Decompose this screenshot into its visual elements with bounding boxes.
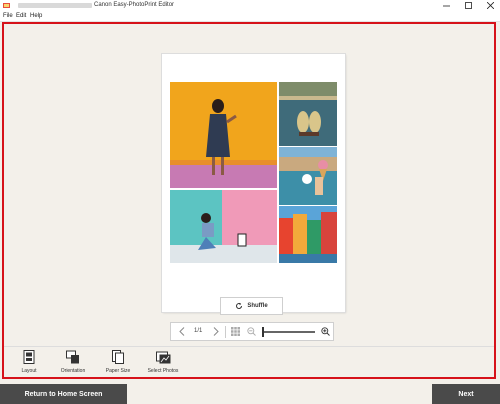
menu-bar: File Edit Help xyxy=(0,11,500,22)
minimize-button[interactable] xyxy=(436,0,456,11)
chevron-right-icon xyxy=(213,327,219,336)
select-photos-icon xyxy=(155,351,170,364)
photo-woman-teal-pink[interactable] xyxy=(170,190,277,263)
photo-image xyxy=(279,82,337,146)
maximize-button[interactable] xyxy=(458,0,478,11)
prev-page-button[interactable] xyxy=(179,327,185,338)
next-button[interactable]: Next xyxy=(432,384,500,404)
grid-icon xyxy=(231,327,240,336)
next-page-button[interactable] xyxy=(213,327,219,338)
photo-venice-icecream[interactable] xyxy=(279,147,337,205)
zoom-slider-handle[interactable] xyxy=(262,327,264,337)
editor-workspace: Shuffle 1/1 Layout Orientation Paper Siz… xyxy=(2,22,496,379)
title-bar: Canon Easy-PhotoPrint Editor xyxy=(0,0,500,11)
menu-help[interactable]: Help xyxy=(30,13,42,19)
orientation-label: Orientation xyxy=(60,368,86,374)
chevron-left-icon xyxy=(179,327,185,336)
photo-image xyxy=(170,190,277,263)
photo-image xyxy=(279,147,337,205)
minimize-icon xyxy=(442,5,450,7)
shuffle-label: Shuffle xyxy=(247,303,268,309)
window-title: Canon Easy-PhotoPrint Editor xyxy=(94,2,175,8)
page-navigation-bar: 1/1 xyxy=(170,322,334,341)
select-photos-tool-button[interactable]: Select Photos xyxy=(141,350,185,374)
zoom-slider[interactable] xyxy=(262,327,315,337)
menu-file[interactable]: File xyxy=(3,13,13,19)
return-home-button[interactable]: Return to Home Screen xyxy=(0,384,127,404)
paper-size-label: Paper Size xyxy=(105,368,131,374)
shuffle-button[interactable]: Shuffle xyxy=(220,297,283,315)
menu-edit[interactable]: Edit xyxy=(16,13,26,19)
layout-label: Layout xyxy=(21,368,37,374)
zoom-in-button[interactable] xyxy=(321,327,330,338)
zoom-out-button[interactable] xyxy=(247,327,256,338)
footer-bar: Return to Home Screen Next xyxy=(0,384,500,404)
paper-size-tool-button[interactable]: Paper Size xyxy=(98,350,138,374)
zoom-in-icon xyxy=(321,327,330,336)
maximize-icon xyxy=(464,2,472,9)
print-page-preview xyxy=(162,54,345,312)
photo-image xyxy=(170,82,277,188)
layout-icon xyxy=(23,350,35,364)
paper-size-icon xyxy=(112,350,124,364)
photo-image xyxy=(279,206,337,263)
app-logo-icon xyxy=(3,3,10,8)
orientation-icon xyxy=(66,350,79,364)
layout-tool-button[interactable]: Layout xyxy=(9,350,49,374)
photo-woman-yellow-wall[interactable] xyxy=(170,82,277,188)
divider xyxy=(225,326,226,338)
close-button[interactable] xyxy=(480,0,500,11)
close-icon xyxy=(486,2,494,9)
shuffle-refresh-icon xyxy=(236,302,243,309)
bottom-toolbar: Layout Orientation Paper Size Select Pho… xyxy=(4,346,494,378)
select-photos-label: Select Photos xyxy=(147,368,179,374)
zoom-out-icon xyxy=(247,327,256,336)
grid-view-button[interactable] xyxy=(231,327,240,338)
page-indicator: 1/1 xyxy=(194,328,203,334)
photo-feet-sandals[interactable] xyxy=(279,82,337,146)
photo-colorful-houses[interactable] xyxy=(279,206,337,263)
orientation-tool-button[interactable]: Orientation xyxy=(53,350,93,374)
redacted-filename xyxy=(18,3,92,8)
